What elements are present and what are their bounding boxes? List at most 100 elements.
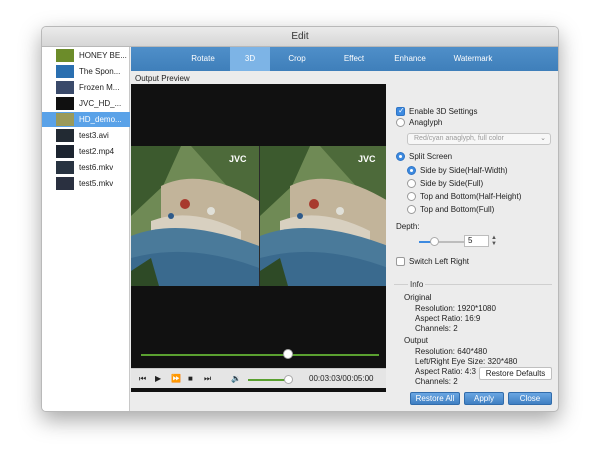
radio-checked-icon <box>407 166 416 175</box>
volume-icon[interactable]: 🔉 <box>231 373 241 385</box>
switch-left-right-label: Switch Left Right <box>409 257 470 266</box>
checkbox-icon <box>396 257 405 266</box>
right-eye-image: JVC <box>260 146 386 286</box>
anaglyph-radio[interactable]: Anaglyph <box>396 118 442 127</box>
output-channels: Channels: 2 <box>415 377 458 386</box>
checkbox-checked-icon <box>396 106 405 116</box>
file-name: test2.mp4 <box>79 147 115 156</box>
option-side-by-side-full[interactable]: Side by Side(Full) <box>407 179 483 188</box>
file-name: JVC_HD_... <box>79 99 122 108</box>
chevron-down-icon: ⌄ <box>540 135 546 142</box>
output-label: Output <box>404 336 429 345</box>
output-resolution: Resolution: 640*480 <box>415 347 488 356</box>
tab-effect[interactable]: Effect <box>332 47 376 71</box>
file-thumbnail <box>56 65 74 78</box>
option-label: Side by Side(Half-Width) <box>420 166 508 175</box>
window-title: Edit <box>42 27 558 47</box>
tab-bar: Rotate 3D Crop Effect Enhance Watermark <box>131 47 558 71</box>
file-thumbnail <box>56 145 74 158</box>
file-item[interactable]: JVC_HD_... <box>42 96 130 111</box>
file-name: HD_demo... <box>79 115 122 124</box>
option-side-by-side-half[interactable]: Side by Side(Half-Width) <box>407 166 508 175</box>
left-eye-image: JVC <box>131 146 259 286</box>
radio-checked-icon <box>396 152 405 161</box>
option-label: Side by Side(Full) <box>420 179 484 188</box>
file-item[interactable]: test2.mp4 <box>42 144 130 159</box>
depth-label: Depth: <box>396 222 420 231</box>
tab-enhance[interactable]: Enhance <box>386 47 434 71</box>
close-button[interactable]: Close <box>508 392 552 405</box>
file-thumbnail <box>56 113 74 126</box>
tab-rotate[interactable]: Rotate <box>183 47 223 71</box>
file-name: test3.avi <box>79 131 109 140</box>
output-preview-label: Output Preview <box>135 74 190 83</box>
file-thumbnail <box>56 81 74 94</box>
video-preview: JVC JVC <box>131 84 386 392</box>
stop-icon[interactable]: ■ <box>188 373 193 385</box>
option-top-bottom-full[interactable]: Top and Bottom(Full) <box>407 205 494 214</box>
restore-all-button[interactable]: Restore All <box>410 392 460 405</box>
skip-forward-icon[interactable]: ⏭ <box>204 373 211 385</box>
file-name: test6.mkv <box>79 163 114 172</box>
tab-3d[interactable]: 3D <box>230 47 270 71</box>
file-name: HONEY BE... <box>79 51 127 60</box>
tab-watermark[interactable]: Watermark <box>446 47 500 71</box>
file-thumbnail <box>56 161 74 174</box>
output-eye-size: Left/Right Eye Size: 320*480 <box>415 357 518 366</box>
file-name: test5.mkv <box>79 179 114 188</box>
file-name: Frozen M... <box>79 83 120 92</box>
depth-stepper[interactable]: ▲ ▼ <box>490 235 498 247</box>
file-item[interactable]: test5.mkv <box>42 176 130 191</box>
switch-left-right-checkbox[interactable]: Switch Left Right <box>396 257 469 266</box>
radio-icon <box>407 205 416 214</box>
apply-button[interactable]: Apply <box>464 392 504 405</box>
file-item[interactable]: HONEY BE... <box>42 48 130 63</box>
file-item-selected[interactable]: HD_demo... <box>42 112 130 127</box>
file-item[interactable]: Frozen M... <box>42 80 130 95</box>
info-title: Info <box>408 280 426 289</box>
file-thumbnail <box>56 49 74 62</box>
skip-back-icon[interactable]: ⏮ <box>139 373 146 385</box>
play-icon[interactable]: ▶ <box>155 373 161 385</box>
restore-defaults-button[interactable]: Restore Defaults <box>479 367 552 380</box>
file-thumbnail <box>56 177 74 190</box>
edit-window: Edit HONEY BE... The Spon... Frozen M...… <box>41 26 559 412</box>
original-aspect-ratio: Aspect Ratio: 16:9 <box>415 314 481 323</box>
anaglyph-select[interactable]: Red/cyan anaglyph, full color ⌄ <box>407 133 551 145</box>
output-aspect-ratio: Aspect Ratio: 4:3 <box>415 367 476 376</box>
volume-slider[interactable] <box>248 379 288 381</box>
original-label: Original <box>404 293 432 302</box>
fast-forward-icon[interactable]: ⏩ <box>171 373 181 385</box>
seek-handle[interactable] <box>283 349 293 359</box>
enable-3d-checkbox[interactable]: Enable 3D Settings <box>396 106 478 116</box>
3d-settings-panel: Enable 3D Settings Anaglyph Red/cyan ana… <box>387 71 558 391</box>
split-screen-label: Split Screen <box>409 152 453 161</box>
file-item[interactable]: test3.avi <box>42 128 130 143</box>
anaglyph-select-value: Red/cyan anaglyph, full color <box>414 135 504 142</box>
original-resolution: Resolution: 1920*1080 <box>415 304 496 313</box>
video-frame: JVC JVC <box>131 146 386 286</box>
split-screen-radio[interactable]: Split Screen <box>396 152 452 161</box>
option-label: Top and Bottom(Half-Height) <box>420 192 522 201</box>
option-label: Top and Bottom(Full) <box>420 205 495 214</box>
original-channels: Channels: 2 <box>415 324 458 333</box>
time-display: 00:03:03/00:05:00 <box>309 374 374 383</box>
depth-input[interactable]: 5 <box>464 235 489 247</box>
enable-3d-label: Enable 3D Settings <box>409 107 478 116</box>
jvc-watermark: JVC <box>229 154 247 164</box>
tab-crop[interactable]: Crop <box>277 47 317 71</box>
depth-handle[interactable] <box>430 237 439 246</box>
file-thumbnail <box>56 129 74 142</box>
file-item[interactable]: The Spon... <box>42 64 130 79</box>
radio-icon <box>396 118 405 127</box>
file-list: HONEY BE... The Spon... Frozen M... JVC_… <box>42 47 130 411</box>
volume-handle[interactable] <box>284 375 293 384</box>
playback-controls: ⏮ ▶ ⏩ ■ ⏭ 🔉 00:03:03/00:05:00 <box>131 368 386 388</box>
radio-icon <box>407 179 416 188</box>
seek-bar[interactable] <box>141 354 379 356</box>
file-item[interactable]: test6.mkv <box>42 160 130 175</box>
file-thumbnail <box>56 97 74 110</box>
option-top-bottom-half[interactable]: Top and Bottom(Half-Height) <box>407 192 521 201</box>
radio-icon <box>407 192 416 201</box>
anaglyph-label: Anaglyph <box>409 118 443 127</box>
